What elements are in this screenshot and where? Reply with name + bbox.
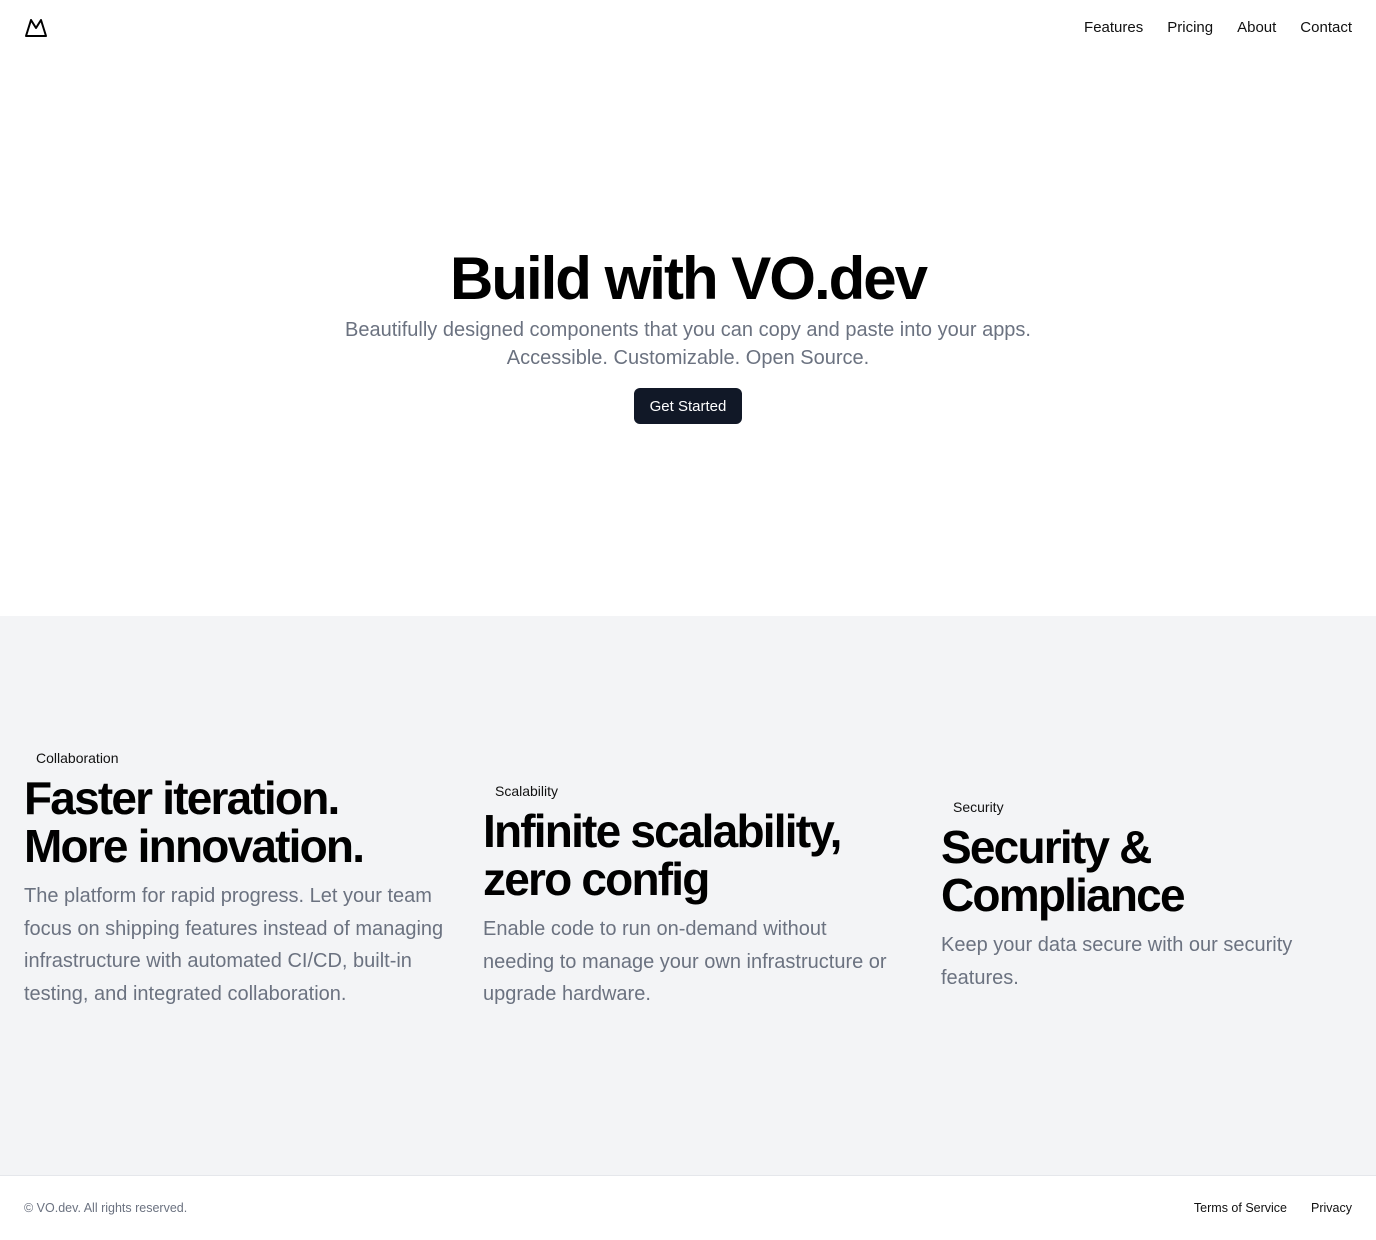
feature-title-line: Faster iteration.	[24, 772, 340, 824]
feature-scalability: Scalability Infinite scalability, zero c…	[483, 781, 903, 1011]
site-header: Features Pricing About Contact	[0, 0, 1376, 56]
feature-tag: Scalability	[495, 783, 559, 799]
feature-title: Security & Compliance	[941, 823, 1361, 919]
main-nav: Features Pricing About Contact	[1084, 18, 1352, 38]
footer-links: Terms of Service Privacy	[1194, 1201, 1352, 1215]
copyright-text: © VO.dev. All rights reserved.	[24, 1201, 188, 1215]
feature-tag: Collaboration	[36, 750, 119, 766]
hero-title: Build with VO.dev	[449, 245, 928, 312]
get-started-button[interactable]: Get Started	[633, 388, 743, 424]
feature-description: Keep your data secure with our security …	[941, 934, 1293, 989]
landing-page: Features Pricing About Contact Build wit…	[0, 0, 1376, 1240]
nav-pricing-link[interactable]: Pricing	[1167, 18, 1213, 38]
feature-security: Security Security & Compliance Keep your…	[941, 797, 1361, 994]
nav-contact-link[interactable]: Contact	[1300, 18, 1352, 38]
feature-title-line: Infinite scalability,	[483, 805, 842, 857]
privacy-link[interactable]: Privacy	[1311, 1201, 1352, 1215]
feature-collaboration: Collaboration Faster iteration. More inn…	[24, 748, 444, 1010]
feature-tag: Security	[953, 799, 1004, 815]
feature-title-line: More innovation.	[24, 820, 365, 872]
terms-link[interactable]: Terms of Service	[1194, 1201, 1287, 1215]
feature-title-line: Compliance	[941, 869, 1186, 921]
feature-title-line: Security &	[941, 821, 1152, 873]
feature-title: Faster iteration. More innovation.	[24, 774, 444, 870]
hero-subtitle: Beautifully designed components that you…	[344, 319, 1031, 369]
feature-description: The platform for rapid progress. Let you…	[24, 885, 444, 1005]
feature-description: Enable code to run on-demand without nee…	[483, 918, 887, 1005]
site-footer: © VO.dev. All rights reserved. Terms of …	[0, 1175, 1376, 1240]
nav-about-link[interactable]: About	[1237, 18, 1276, 38]
mountain-icon	[25, 19, 47, 37]
features-section: Collaboration Faster iteration. More inn…	[0, 616, 1376, 1175]
nav-features-link[interactable]: Features	[1084, 18, 1143, 38]
feature-title-line: zero config	[483, 853, 710, 905]
feature-title: Infinite scalability, zero config	[483, 807, 903, 903]
logo-link[interactable]	[24, 16, 48, 40]
hero-section: Build with VO.dev Beautifully designed c…	[0, 56, 1376, 616]
